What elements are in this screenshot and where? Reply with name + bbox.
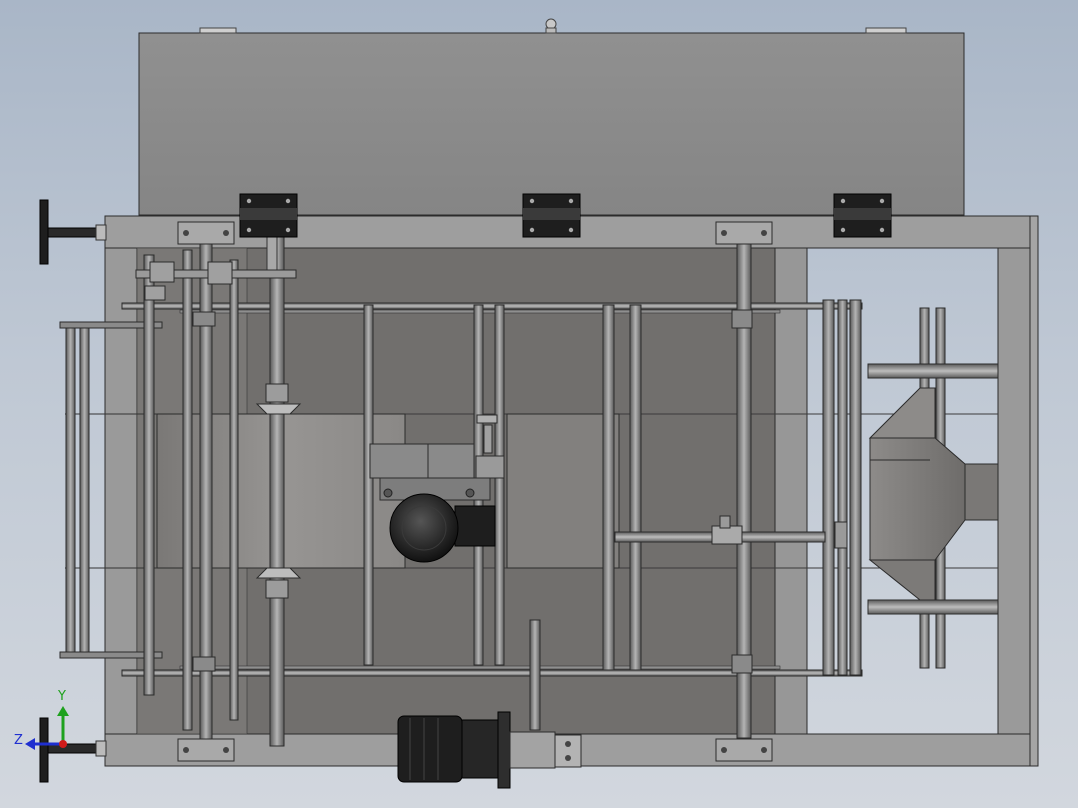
z-axis-head — [25, 738, 35, 750]
handwheel-bottom[interactable] — [39, 717, 107, 783]
y-axis-label: Y — [57, 689, 66, 704]
handwheel-top[interactable] — [39, 199, 107, 265]
z-axis-label: Z — [14, 733, 23, 748]
hinged-cover[interactable] — [138, 18, 965, 216]
cad-viewport[interactable]: Y Z — [0, 0, 1078, 808]
machine-top-view-drawing: Y Z — [14, 18, 1039, 789]
hinge-left — [239, 193, 298, 238]
y-axis-head — [57, 706, 69, 716]
hinge-right — [833, 193, 892, 238]
hinge-middle — [522, 193, 581, 238]
x-axis-dot — [59, 740, 67, 748]
